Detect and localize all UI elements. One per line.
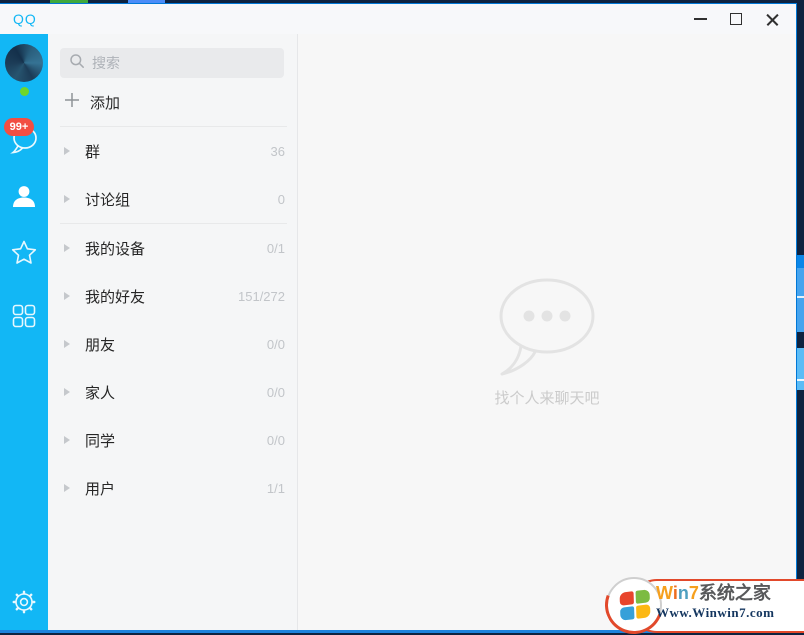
empty-chat-hint: 找个人来聊天吧 [494,390,600,407]
flag-pane-blue [620,606,635,621]
flag-pane-red [619,591,634,606]
contacts-icon [10,183,38,216]
online-status-dot [19,87,29,96]
nav-rail: 99+ [0,34,48,630]
window-controls [682,4,790,34]
group-count: 0/1 [266,240,285,256]
add-button-label: 添加 [90,94,121,112]
rail-tab-contacts[interactable] [0,183,48,216]
watermark-title: Win7系统之家 [656,583,802,603]
contact-group-row[interactable]: 朋友 0/0 [48,320,297,368]
grid-icon [10,302,38,335]
unread-badge: 99+ [4,118,34,136]
watermark-site-name: 系统之家 [698,583,771,603]
watermark-letter: 7 [688,583,699,603]
group-label: 讨论组 [85,191,131,209]
flag-pane-yellow [636,604,651,619]
contact-group-row[interactable]: 我的设备 0/1 [48,224,297,272]
add-button[interactable]: 添加 [48,78,297,126]
close-icon [766,13,779,26]
contact-group-row[interactable]: 用户 1/1 [48,464,297,512]
expand-arrow-icon [64,244,70,252]
watermark-logo: Win7系统之家 Www.Winwin7.com [606,575,804,635]
group-count: 0/0 [266,384,285,400]
app-title: QQ [13,11,37,27]
background-window-segment [797,268,804,332]
desktop-background: QQ 99+ 搜索 添加 群 36 讨论组 0 我的设备 0/1 我的好友 15… [0,0,804,635]
group-count: 0/0 [266,432,285,448]
search-box[interactable] [60,48,284,78]
group-count: 36 [270,143,285,159]
chat-area: 找个人来聊天吧 [298,34,796,630]
empty-chat-bubble-icon [487,278,607,382]
contact-group-row[interactable]: 同学 0/0 [48,416,297,464]
group-label: 家人 [85,384,116,402]
background-window-segment [797,379,804,381]
search-icon [69,53,85,74]
maximize-icon [730,13,742,25]
group-label: 同学 [85,432,116,450]
rail-tab-favorites[interactable] [0,238,48,273]
expand-arrow-icon [64,195,70,203]
group-count: 1/1 [266,480,285,496]
contact-group-row[interactable]: 群 36 [48,127,297,175]
contacts-panel: 添加 群 36 讨论组 0 我的设备 0/1 [48,34,298,630]
background-window-sliver-right [797,0,804,635]
background-window-segment [797,255,804,268]
minimize-icon [693,18,707,20]
group-label: 群 [85,143,101,161]
watermark-url: Www.Winwin7.com [656,605,775,620]
maximize-button[interactable] [718,4,754,34]
gear-icon [10,588,38,621]
title-bar[interactable]: QQ [0,4,796,34]
watermark-letter: n [677,583,689,603]
watermark-letter: W [656,583,673,603]
group-count: 0 [277,191,285,207]
rail-tab-apps[interactable] [0,302,48,335]
contact-group-row[interactable]: 家人 0/0 [48,368,297,416]
search-input[interactable] [92,55,275,71]
group-label: 朋友 [85,336,116,354]
group-count: 151/272 [238,288,285,304]
rail-tab-messages[interactable]: 99+ [0,118,48,160]
group-label: 用户 [85,480,116,498]
minimize-button[interactable] [682,4,718,34]
contact-group-row[interactable]: 讨论组 0 [48,175,297,223]
plus-icon [64,92,80,113]
windows-logo-icon [606,577,662,633]
star-icon [9,238,39,273]
window-body: 99+ 搜索 添加 群 36 讨论组 0 我的设备 0/1 我的好友 151/2… [0,34,796,630]
contact-group-row[interactable]: 我的好友 151/272 [48,272,297,320]
group-count: 0/0 [266,336,285,352]
windows-flag-icon [619,589,651,621]
group-label: 我的设备 [85,240,146,258]
expand-arrow-icon [64,147,70,155]
expand-arrow-icon [64,292,70,300]
expand-arrow-icon [64,436,70,444]
settings-button[interactable] [0,588,48,621]
background-window-segment [797,296,804,298]
close-button[interactable] [754,4,790,34]
flag-pane-green [635,589,650,604]
group-label: 我的好友 [85,288,146,306]
expand-arrow-icon [64,340,70,348]
watermark-text: Win7系统之家 Www.Winwin7.com [656,583,802,621]
user-avatar[interactable] [5,44,43,82]
empty-chat-state: 找个人来聊天吧 [487,274,607,408]
background-window-segment [797,348,804,390]
expand-arrow-icon [64,388,70,396]
qq-window: QQ 99+ 搜索 添加 群 36 讨论组 0 我的设备 0/1 我的好友 15… [0,3,797,633]
expand-arrow-icon [64,484,70,492]
